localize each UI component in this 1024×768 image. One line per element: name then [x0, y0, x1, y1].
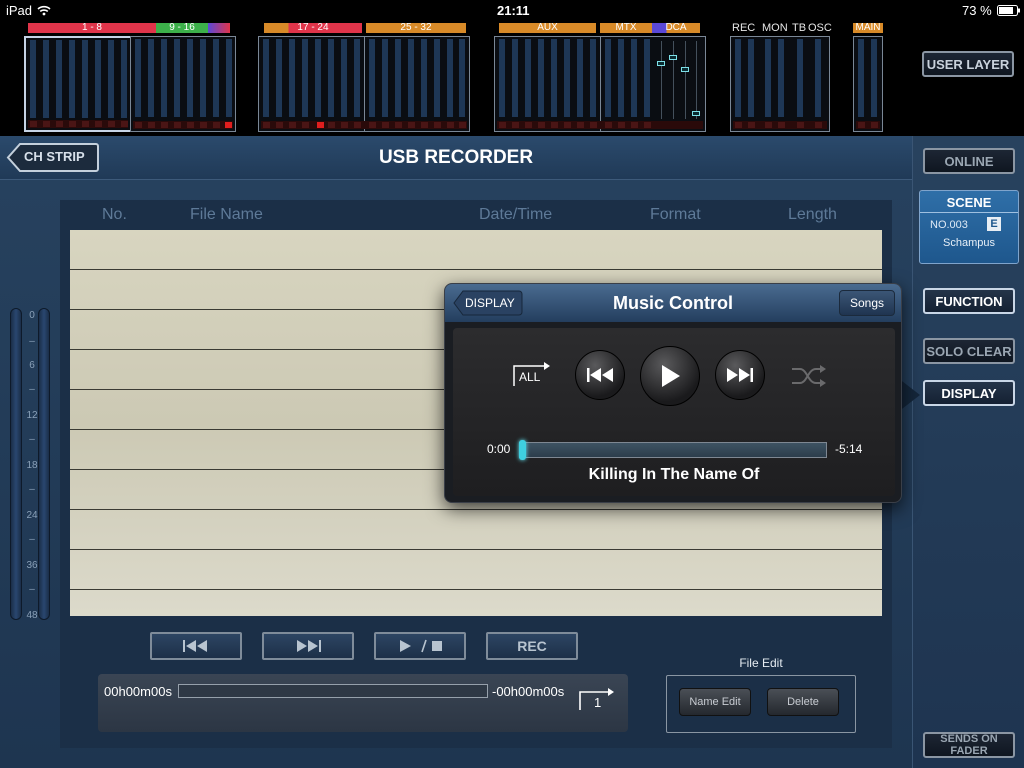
tag-mtx: MTX: [600, 23, 652, 33]
meter-group-ch17-32[interactable]: [258, 36, 470, 132]
wifi-icon: [37, 5, 51, 16]
repeat-mode: ALL: [519, 370, 541, 384]
popover-body: ALL 0:00 -5:14 Killing In The Name Of: [453, 328, 895, 496]
scene-edit-badge: E: [987, 217, 1001, 231]
device-label: iPad: [6, 3, 33, 18]
page-title: USB RECORDER: [378, 147, 534, 168]
position-bar[interactable]: [178, 684, 488, 698]
scene-button[interactable]: SCENE NO.003 E Schampus: [919, 190, 1019, 264]
file-edit-label: File Edit: [739, 656, 783, 670]
play-stop-button[interactable]: [374, 632, 466, 660]
previous-track-button[interactable]: [575, 350, 625, 400]
previous-track-icon: [587, 368, 613, 382]
clock: 21:11: [497, 3, 530, 18]
level-tick-12: 12: [26, 410, 38, 421]
user-layer-button[interactable]: USER LAYER: [922, 51, 1014, 77]
tag-dca: DCA: [652, 23, 700, 33]
tag-ch25-32: 25 - 32: [366, 23, 466, 33]
level-tick-48: 48: [26, 610, 38, 621]
col-header-file-name: File Name: [190, 206, 263, 223]
shuffle-icon: [792, 365, 826, 387]
previous-file-button[interactable]: [150, 632, 242, 660]
track-remaining: -5:14: [835, 442, 863, 456]
name-edit-button[interactable]: Name Edit: [679, 688, 751, 716]
level-tick-6: 6: [29, 360, 35, 371]
music-control-popover: DISPLAY Music Control Songs ALL 0:00 -5:…: [444, 283, 902, 503]
solo-clear-button[interactable]: SOLO CLEAR: [923, 338, 1015, 364]
track-progress-bar[interactable]: [519, 442, 827, 458]
level-tick-24: 24: [26, 510, 38, 521]
col-header-date-time: Date/Time: [479, 206, 553, 223]
next-track-button[interactable]: [715, 350, 765, 400]
meter-group-ch1-8[interactable]: [24, 36, 132, 132]
title-bar: CH STRIP USB RECORDER: [0, 136, 912, 180]
popover-header: DISPLAY Music Control Songs: [445, 284, 901, 322]
next-file-button[interactable]: [262, 632, 354, 660]
play-stop-icon: [400, 639, 442, 653]
meter-group-rec-mon-tb-osc[interactable]: [730, 36, 830, 132]
tag-ch17-24: 17 - 24: [264, 23, 362, 33]
repeat-all-button[interactable]: ALL: [511, 358, 553, 388]
scene-title: SCENE: [920, 195, 1018, 213]
meter-bridge: 1 - 8 9 - 16 17 - 24 25 - 32 AUX MTX DCA…: [0, 20, 1024, 136]
meter-group-main[interactable]: [853, 36, 883, 132]
tag-ch9-16-tail: [208, 23, 230, 33]
tag-aux: AUX: [499, 23, 596, 33]
sends-on-fader-button[interactable]: SENDS ON FADER: [923, 732, 1015, 758]
songs-button[interactable]: Songs: [839, 290, 895, 316]
online-button[interactable]: ONLINE: [923, 148, 1015, 174]
label-tb: TB: [792, 22, 807, 34]
track-elapsed: 0:00: [487, 442, 511, 456]
status-bar: iPad 21:11 73 %: [0, 0, 1024, 20]
label-osc: OSC: [808, 22, 832, 34]
display-button[interactable]: DISPLAY: [923, 380, 1015, 406]
right-panel: ONLINE SCENE NO.003 E Schampus FUNCTION …: [912, 136, 1024, 768]
track-title: Killing In The Name Of: [588, 466, 760, 483]
col-header-length: Length: [788, 206, 837, 223]
label-mon: MON: [762, 22, 788, 34]
track-progress-knob[interactable]: [519, 440, 526, 460]
skip-forward-icon: [297, 640, 321, 652]
recorder-level-meter: 0 – 6 – 12 – 18 – 24 – 36 – 48: [10, 308, 54, 621]
col-header-format: Format: [650, 206, 701, 223]
file-edit-group: Name Edit Delete: [666, 675, 856, 733]
playback-position: 00h00m00s -00h00m00s 1: [98, 674, 628, 732]
repeat-count: 1: [594, 695, 602, 710]
scene-number: NO.003: [930, 219, 968, 231]
level-tick-36: 36: [26, 560, 38, 571]
level-tick-0: 0: [29, 310, 35, 321]
tag-ch1-8: 1 - 8: [28, 23, 156, 33]
remaining-time: -00h00m00s: [492, 684, 565, 699]
skip-back-icon: [183, 640, 207, 652]
level-tick-18: 18: [26, 460, 38, 471]
col-header-no: No.: [102, 206, 127, 223]
next-track-icon: [727, 368, 753, 382]
meter-group-ch9-16[interactable]: [130, 36, 236, 132]
meter-group-aux-mtx-dca[interactable]: [494, 36, 706, 132]
tag-ch9-16: 9 - 16: [156, 23, 208, 33]
repeat-one-button[interactable]: 1: [578, 686, 618, 712]
popover-title: Music Control: [613, 293, 733, 313]
label-rec: REC: [732, 22, 756, 34]
tag-main: MAIN: [853, 23, 883, 33]
play-button[interactable]: [640, 346, 700, 406]
play-icon: [662, 365, 680, 387]
battery-icon: [997, 5, 1020, 16]
scene-name: Schampus: [943, 237, 995, 249]
delete-button[interactable]: Delete: [767, 688, 839, 716]
record-button[interactable]: REC: [486, 632, 578, 660]
elapsed-time: 00h00m00s: [104, 684, 172, 699]
battery-level: 73 %: [962, 3, 992, 18]
function-button[interactable]: FUNCTION: [923, 288, 1015, 314]
shuffle-button[interactable]: [791, 364, 827, 388]
